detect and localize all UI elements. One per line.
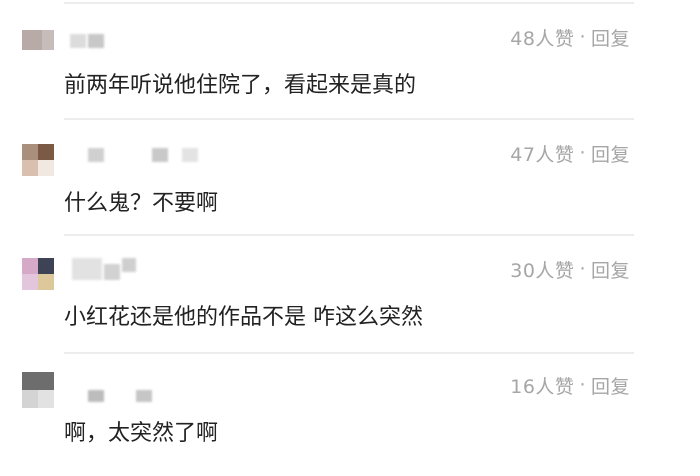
username-blurred[interactable] [72, 258, 102, 280]
avatar[interactable] [22, 372, 54, 408]
username-blurred[interactable] [88, 34, 104, 48]
like-count[interactable]: 48人赞 [510, 24, 574, 51]
comment-meta: 48人赞 · 回复 [510, 24, 630, 50]
like-count[interactable]: 30人赞 [510, 256, 574, 283]
comment-item: 30人赞 · 回复 小红花还是他的作品不是 咋这么突然 [0, 234, 700, 350]
username-blurred[interactable] [88, 148, 104, 162]
separator: · [579, 26, 586, 48]
reply-button[interactable]: 回复 [591, 24, 630, 51]
username-blurred[interactable] [122, 258, 136, 272]
comment-meta: 47人赞 · 回复 [510, 140, 630, 166]
like-count[interactable]: 47人赞 [510, 140, 574, 167]
comment-text: 前两年听说他住院了，看起来是真的 [64, 73, 417, 98]
comment-item: 47人赞 · 回复 什么鬼？不要啊 [0, 118, 700, 234]
username-blurred[interactable] [182, 148, 198, 162]
username-blurred[interactable] [104, 264, 120, 280]
comment-list: 48人赞 · 回复 前两年听说他住院了，看起来是真的 47人赞 · 回复 什么鬼… [0, 0, 700, 476]
reply-button[interactable]: 回复 [591, 372, 630, 399]
username-blurred[interactable] [136, 390, 152, 402]
comment-item: 48人赞 · 回复 前两年听说他住院了，看起来是真的 [0, 0, 700, 116]
username-blurred[interactable] [152, 148, 168, 162]
reply-button[interactable]: 回复 [591, 140, 630, 167]
avatar[interactable] [22, 30, 54, 50]
username-blurred[interactable] [88, 390, 104, 402]
avatar[interactable] [22, 144, 54, 176]
avatar[interactable] [22, 258, 54, 290]
comment-text: 什么鬼？不要啊 [64, 191, 219, 216]
username-blurred[interactable] [70, 34, 86, 48]
separator: · [579, 374, 586, 396]
like-count[interactable]: 16人赞 [510, 372, 574, 399]
separator: · [579, 142, 586, 164]
comment-text: 啊，太突然了啊 [64, 421, 219, 446]
comment-meta: 16人赞 · 回复 [510, 372, 630, 398]
comment-item: 16人赞 · 回复 啊，太突然了啊 [0, 352, 700, 468]
separator: · [579, 258, 586, 280]
comment-meta: 30人赞 · 回复 [510, 256, 630, 282]
reply-button[interactable]: 回复 [591, 256, 630, 283]
comment-text: 小红花还是他的作品不是 咋这么突然 [64, 305, 423, 330]
